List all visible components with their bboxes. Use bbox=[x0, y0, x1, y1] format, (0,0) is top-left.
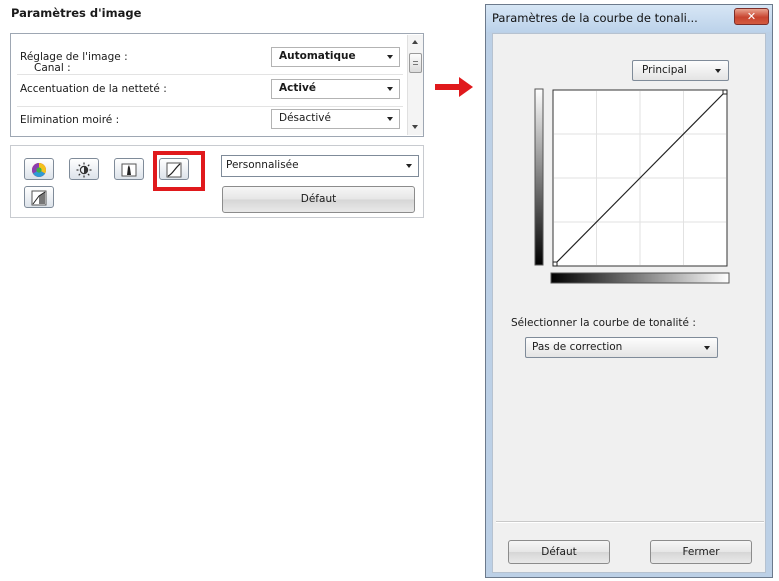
sharpening-select[interactable]: Activé bbox=[271, 79, 400, 99]
tone-curve-graph[interactable] bbox=[534, 87, 734, 287]
descreen-select[interactable]: Désactivé bbox=[271, 109, 400, 129]
curve-point-start[interactable] bbox=[552, 261, 558, 267]
image-settings-list: Réglage de l'image : Automatique Accentu… bbox=[10, 33, 424, 137]
tone-curve-value: Pas de correction bbox=[532, 341, 623, 353]
arrow-right-icon bbox=[435, 77, 473, 97]
highlight-frame bbox=[153, 151, 205, 191]
threshold-button[interactable] bbox=[24, 186, 54, 208]
vertical-scrollbar[interactable] bbox=[407, 35, 423, 135]
input-gradient-bar bbox=[550, 272, 730, 284]
curve-point-end[interactable] bbox=[722, 89, 728, 95]
dialog-title-bar[interactable]: Paramètres de la courbe de tonali... ✕ bbox=[486, 5, 772, 32]
default-button[interactable]: Défaut bbox=[222, 186, 415, 213]
image-adjustment-select[interactable]: Automatique bbox=[271, 47, 400, 67]
row-divider bbox=[17, 106, 403, 107]
channel-select[interactable]: Principal bbox=[632, 60, 729, 81]
chevron-down-icon bbox=[704, 346, 710, 350]
histogram-button[interactable] bbox=[114, 158, 144, 180]
dialog-separator bbox=[496, 521, 764, 523]
row-divider bbox=[17, 74, 403, 75]
preset-value: Personnalisée bbox=[226, 159, 299, 171]
chevron-down-icon bbox=[406, 164, 412, 168]
close-icon[interactable]: ✕ bbox=[734, 8, 769, 25]
preset-select[interactable]: Personnalisée bbox=[221, 155, 419, 177]
output-gradient-bar bbox=[534, 88, 544, 266]
channel-value: Principal bbox=[642, 64, 687, 76]
section-title: Paramètres d'image bbox=[11, 6, 142, 20]
chevron-down-icon bbox=[387, 87, 393, 91]
descreen-value: Désactivé bbox=[279, 112, 331, 124]
histogram-icon bbox=[121, 163, 137, 177]
image-adjustment-value: Automatique bbox=[279, 50, 356, 62]
tone-curve-select[interactable]: Pas de correction bbox=[525, 337, 718, 358]
sharpening-value: Activé bbox=[279, 82, 316, 94]
color-wheel-icon bbox=[32, 163, 46, 177]
setting-label-descreen: Elimination moiré : bbox=[20, 114, 120, 126]
brightness-contrast-button[interactable] bbox=[69, 158, 99, 180]
chevron-down-icon bbox=[387, 55, 393, 59]
dialog-title: Paramètres de la courbe de tonali... bbox=[492, 11, 698, 25]
chevron-down-icon bbox=[715, 69, 721, 73]
dialog-default-button[interactable]: Défaut bbox=[508, 540, 610, 564]
scroll-down-icon[interactable] bbox=[412, 125, 418, 129]
setting-label-sharpening: Accentuation de la netteté : bbox=[20, 83, 167, 95]
threshold-icon bbox=[31, 190, 47, 206]
brightness-contrast-icon bbox=[76, 162, 92, 178]
color-balance-button[interactable] bbox=[24, 158, 54, 180]
scroll-up-icon[interactable] bbox=[412, 40, 418, 44]
channel-label: Canal : bbox=[34, 62, 71, 74]
tone-curve-label: Sélectionner la courbe de tonalité : bbox=[511, 317, 696, 329]
chevron-down-icon bbox=[387, 117, 393, 121]
dialog-close-button[interactable]: Fermer bbox=[650, 540, 752, 564]
scroll-thumb[interactable] bbox=[409, 53, 422, 73]
